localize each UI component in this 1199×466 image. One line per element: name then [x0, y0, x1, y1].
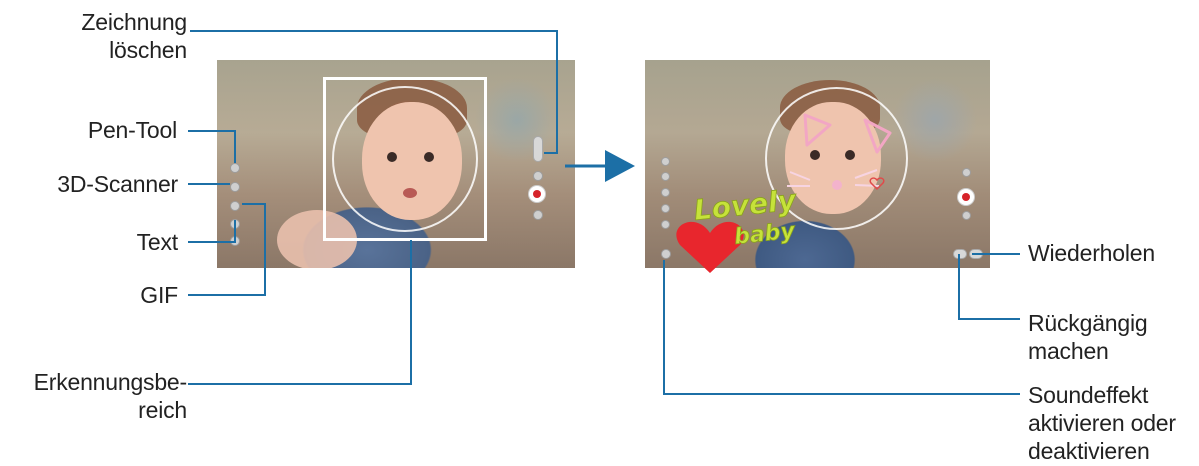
connector-text	[188, 241, 236, 243]
connector-3d-scanner	[188, 183, 230, 185]
connector-segment	[234, 220, 236, 243]
connector-segment	[234, 130, 236, 163]
connector-segment	[242, 203, 266, 205]
connector-recognition-area	[188, 383, 412, 385]
switch-camera-icon[interactable]	[533, 210, 543, 220]
connector-clear-drawing	[190, 30, 558, 32]
connector-segment	[958, 254, 960, 320]
connector-redo	[972, 253, 1020, 255]
settings-icon[interactable]	[533, 171, 543, 181]
label-pen-tool: Pen-Tool	[87, 117, 177, 143]
label-3d-scanner: 3D-Scanner	[57, 171, 178, 197]
connector-segment	[264, 203, 266, 296]
recognition-circle	[332, 86, 478, 232]
label-clear-drawing: Zeichnung löschen	[81, 9, 187, 63]
label-recognition-area: Erkennungsbe- reich	[33, 369, 188, 423]
cat-ear-left	[803, 113, 832, 147]
gif-icon[interactable]	[230, 201, 240, 211]
arrow-right-icon	[565, 150, 635, 182]
pen-icon[interactable]	[230, 163, 240, 173]
label-sound-effect: Soundeffekt aktivieren oder deaktivieren	[1028, 382, 1176, 464]
clear-drawing-button[interactable]	[533, 136, 543, 162]
connector-segment	[556, 30, 558, 154]
cat-nose	[832, 180, 842, 190]
label-text: Text	[136, 229, 179, 255]
label-undo: Rückgängig machen	[1028, 310, 1148, 364]
connector-segment	[410, 240, 412, 385]
3d-scanner-icon[interactable]	[230, 182, 240, 192]
connector-segment	[544, 152, 558, 154]
cat-ear-right	[863, 118, 892, 154]
connector-undo	[958, 318, 1020, 320]
label-redo: Wiederholen	[1028, 240, 1155, 266]
label-gif: GIF	[140, 282, 178, 308]
connector-gif	[188, 294, 266, 296]
connector-segment	[663, 260, 665, 395]
shutter-icon[interactable]	[529, 186, 545, 202]
connector-sound-effect	[663, 393, 1020, 395]
small-heart	[869, 177, 885, 191]
connector-pen-tool	[188, 130, 236, 132]
drawing-overlay: Lovely baby	[676, 113, 892, 273]
drawing-text-baby: baby	[733, 219, 798, 250]
